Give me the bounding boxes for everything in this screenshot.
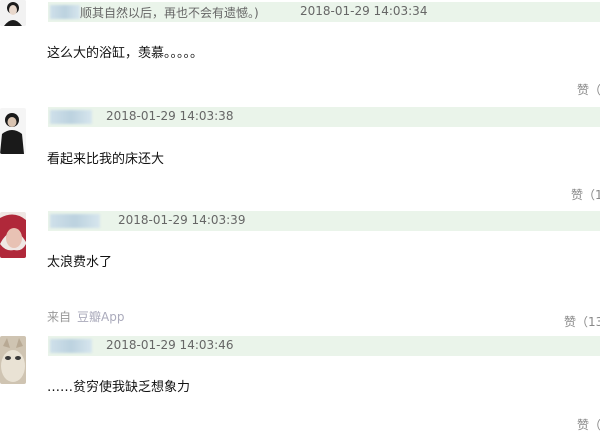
avatar-image-icon	[0, 336, 26, 384]
comment-header: 2018-01-29 14:03:38	[48, 107, 600, 127]
comment-header: 2018-01-29 14:03:46	[48, 336, 600, 356]
timestamp: 2018-01-29 14:03:46	[106, 338, 234, 352]
comment-text: 太浪费水了	[47, 255, 113, 270]
avatar-image-icon	[0, 212, 26, 258]
like-button[interactable]: 赞（	[577, 81, 600, 98]
timestamp: 2018-01-29 14:03:38	[106, 109, 234, 123]
username-blurred[interactable]	[50, 339, 92, 353]
like-button[interactable]: 赞（	[577, 416, 600, 433]
comment-header: 2018-01-29 14:03:39	[48, 211, 600, 231]
source-line: 来自 豆瓣App	[47, 308, 124, 325]
comment-text: 看起来比我的床还大	[47, 152, 165, 167]
source-app-link[interactable]: 豆瓣App	[77, 310, 124, 324]
username-blurred[interactable]	[50, 110, 92, 124]
avatar[interactable]	[0, 108, 26, 154]
avatar-image-icon	[0, 0, 26, 26]
avatar[interactable]	[0, 0, 26, 26]
comment-header: 顺其自然以后，再也不会有遗憾。) 2018-01-29 14:03:34	[48, 2, 600, 22]
like-button[interactable]: 赞（13	[564, 313, 600, 330]
avatar-image-icon	[0, 108, 26, 154]
comment-text: 这么大的浴缸，羡慕。。。。。	[47, 46, 204, 61]
username-blurred[interactable]	[50, 214, 100, 228]
comment-text: ……贫穷使我缺乏想象力	[47, 380, 191, 395]
like-button[interactable]: 赞（1	[571, 186, 600, 203]
avatar[interactable]	[0, 212, 26, 258]
timestamp: 2018-01-29 14:03:39	[118, 213, 246, 227]
source-prefix: 来自	[47, 310, 72, 324]
timestamp: 2018-01-29 14:03:34	[300, 4, 428, 18]
username-blurred[interactable]	[50, 5, 80, 19]
avatar[interactable]	[0, 336, 26, 384]
user-signature: 顺其自然以后，再也不会有遗憾。)	[80, 6, 259, 20]
